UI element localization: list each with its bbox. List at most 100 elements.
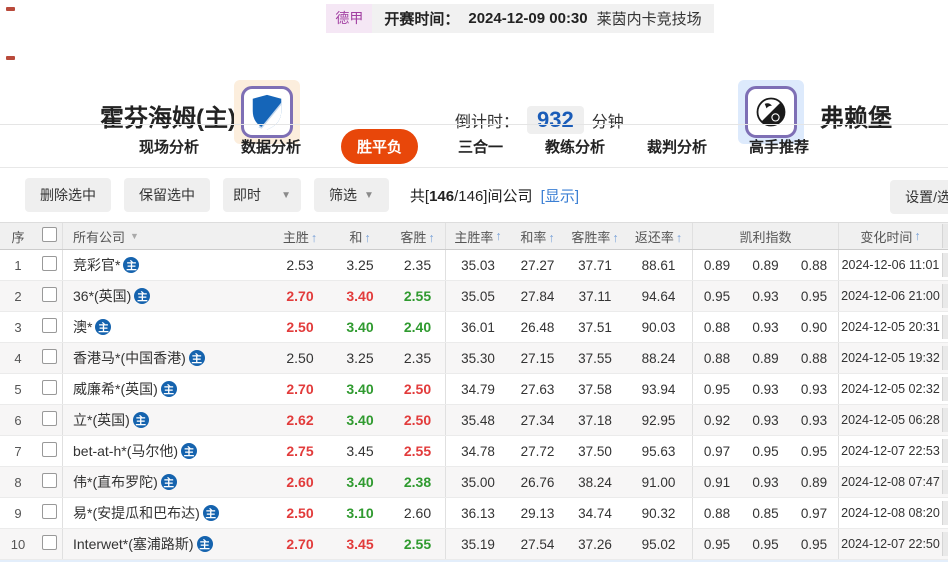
col-away-odds[interactable]: 客胜↑ [390, 227, 445, 246]
keep-selected-button[interactable]: 保留选中 [124, 178, 210, 212]
col-company[interactable]: 所有公司 ▼ [62, 223, 270, 249]
col-home-rate[interactable]: 主胜率↑ [445, 223, 510, 249]
change-time: 2024-12-08 08:20 [838, 498, 942, 528]
tab-coach-analysis[interactable]: 教练分析 [543, 129, 607, 164]
col-away-rate[interactable]: 客胜率↑ [565, 227, 625, 246]
company-name[interactable]: 澳* [73, 317, 92, 337]
delete-selected-button[interactable]: 删除选中 [25, 178, 111, 212]
show-link[interactable]: [显示] [541, 188, 579, 205]
rate-away: 37.51 [565, 320, 625, 335]
row-seq: 2 [0, 289, 36, 304]
tab-win-draw-lose[interactable]: 胜平负 [341, 129, 418, 164]
row-checkbox[interactable] [42, 504, 57, 519]
row-checkbox[interactable] [42, 380, 57, 395]
odds-away: 2.55 [390, 536, 445, 552]
filter-dropdown[interactable]: 筛选 ▼ [314, 178, 389, 212]
company-name[interactable]: 易*(安提瓜和巴布达) [73, 503, 200, 523]
league-badge[interactable]: 德甲 [326, 4, 372, 33]
col-draw-rate[interactable]: 和率↑ [510, 227, 565, 246]
table-body: 1 竞彩官* 主 2.53 3.25 2.35 35.03 27.27 37.7… [0, 250, 948, 560]
venue: 莱茵内卡竞技场 [597, 8, 702, 29]
rate-return: 88.24 [625, 351, 692, 366]
tab-expert-picks[interactable]: 高手推荐 [747, 129, 811, 164]
rate-draw: 27.15 [510, 351, 565, 366]
instant-dropdown[interactable]: 即时 ▼ [223, 178, 301, 212]
sort-up-icon: ↑ [914, 229, 920, 243]
row-checkbox[interactable] [42, 349, 57, 364]
odds-draw: 3.40 [330, 474, 390, 490]
row-checkbox[interactable] [42, 535, 57, 550]
col-home-odds[interactable]: 主胜↑ [270, 227, 330, 246]
row-action-cut[interactable] [942, 501, 948, 525]
rate-return: 90.32 [625, 506, 692, 521]
kelly-home: 0.89 [692, 250, 741, 280]
col-checkbox [36, 227, 62, 245]
table-row: 3 澳* 主 2.50 3.40 2.40 36.01 26.48 37.51 … [0, 312, 948, 343]
table-row: 10 Interwet*(塞浦路斯) 主 2.70 3.45 2.55 35.1… [0, 529, 948, 560]
match-header: 霍芬海姆(主) 倒计时： 932 分钟 弗赖堡 [0, 36, 948, 124]
company-name[interactable]: Interwet*(塞浦路斯) [73, 534, 194, 554]
row-action-cut[interactable] [942, 439, 948, 463]
row-seq: 3 [0, 320, 36, 335]
company-name[interactable]: 香港马*(中国香港) [73, 348, 186, 368]
odds-draw: 3.25 [330, 350, 390, 366]
kelly-away: 0.88 [790, 258, 838, 273]
rate-draw: 26.48 [510, 320, 565, 335]
kelly-home: 0.92 [692, 405, 741, 435]
tab-referee-analysis[interactable]: 裁判分析 [645, 129, 709, 164]
col-seq: 序 [0, 227, 36, 246]
row-checkbox[interactable] [42, 473, 57, 488]
company-name[interactable]: 立*(英国) [73, 410, 130, 430]
row-seq: 6 [0, 413, 36, 428]
row-seq: 10 [0, 537, 36, 552]
change-time: 2024-12-06 21:00 [838, 281, 942, 311]
table-row: 1 竞彩官* 主 2.53 3.25 2.35 35.03 27.27 37.7… [0, 250, 948, 281]
company-name[interactable]: 伟*(直布罗陀) [73, 472, 158, 492]
odds-draw: 3.45 [330, 536, 390, 552]
row-action-cut[interactable] [942, 346, 948, 370]
sort-up-icon: ↑ [548, 231, 554, 245]
table-row: 9 易*(安提瓜和巴布达) 主 2.50 3.10 2.60 36.13 29.… [0, 498, 948, 529]
select-all-checkbox[interactable] [42, 227, 57, 242]
row-action-cut[interactable] [942, 284, 948, 308]
row-checkbox[interactable] [42, 442, 57, 457]
table-row: 6 立*(英国) 主 2.62 3.40 2.50 35.48 27.34 37… [0, 405, 948, 436]
col-change-time[interactable]: 变化时间↑ [838, 223, 942, 249]
change-time: 2024-12-05 06:28 [838, 405, 942, 435]
row-action-cut[interactable] [942, 470, 948, 494]
settings-select-button[interactable]: 设置/选择 [890, 180, 948, 214]
rate-draw: 27.54 [510, 537, 565, 552]
tab-data-analysis[interactable]: 数据分析 [239, 129, 303, 164]
kelly-away: 0.95 [790, 537, 838, 552]
row-checkbox[interactable] [42, 287, 57, 302]
kickoff-strip: 开赛时间： 2024-12-09 00:30 莱茵内卡竞技场 [372, 4, 713, 33]
company-name[interactable]: 36*(英国) [73, 286, 131, 306]
row-action-cut[interactable] [942, 532, 948, 556]
rate-away: 37.50 [565, 444, 625, 459]
col-return-rate[interactable]: 返还率↑ [625, 227, 692, 246]
company-name[interactable]: bet-at-h*(马尔他) [73, 441, 178, 461]
row-checkbox[interactable] [42, 318, 57, 333]
row-action-cut[interactable] [942, 315, 948, 339]
row-action-cut[interactable] [942, 408, 948, 432]
company-name[interactable]: 威廉希*(英国) [73, 379, 158, 399]
row-checkbox[interactable] [42, 256, 57, 271]
odds-away: 2.50 [390, 412, 445, 428]
row-seq: 7 [0, 444, 36, 459]
home-badge-icon: 主 [133, 412, 149, 428]
row-action-cut[interactable] [942, 377, 948, 401]
rate-draw: 27.72 [510, 444, 565, 459]
tab-live-analysis[interactable]: 现场分析 [137, 129, 201, 164]
chevron-down-icon: ▼ [130, 231, 139, 241]
row-seq: 8 [0, 475, 36, 490]
rate-return: 91.00 [625, 475, 692, 490]
rate-return: 88.61 [625, 258, 692, 273]
odds-draw: 3.40 [330, 381, 390, 397]
kelly-home: 0.95 [692, 529, 741, 559]
company-name[interactable]: 竞彩官* [73, 255, 120, 275]
odds-away: 2.50 [390, 381, 445, 397]
col-draw-odds[interactable]: 和↑ [330, 227, 390, 246]
row-checkbox[interactable] [42, 411, 57, 426]
row-action-cut[interactable] [942, 253, 948, 277]
tab-three-in-one[interactable]: 三合一 [456, 129, 505, 164]
